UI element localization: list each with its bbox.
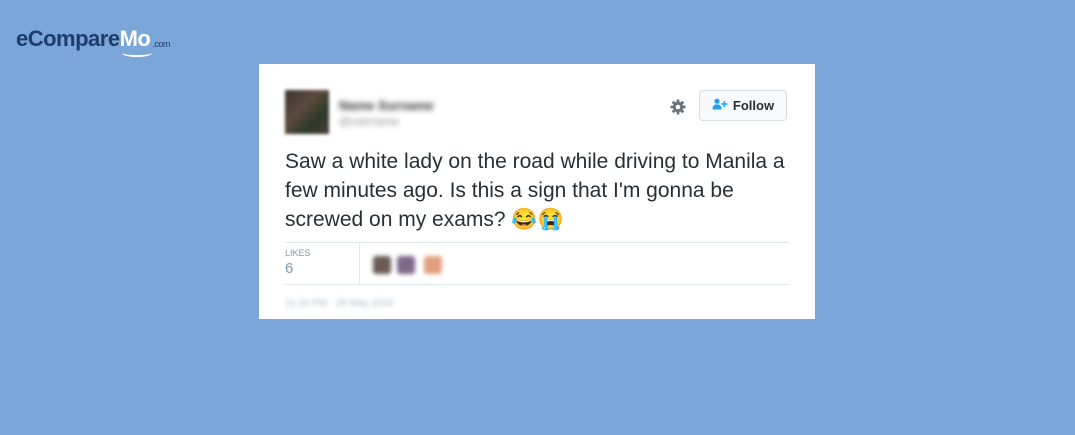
likes-label: LIKES xyxy=(285,248,311,258)
likes-count: 6 xyxy=(285,260,294,277)
logo-accent-label: Mo xyxy=(119,26,151,51)
follow-button[interactable]: Follow xyxy=(699,90,787,121)
add-user-icon xyxy=(712,97,728,115)
user-name[interactable]: Name Surname xyxy=(339,98,434,113)
stats-separator xyxy=(359,242,360,284)
logo-suffix-text: .com xyxy=(152,39,170,49)
tweet-card: Name Surname @username Follow Saw a whit… xyxy=(259,64,815,319)
logo-swoosh-icon xyxy=(121,49,152,57)
tweet-text: Saw a white lady on the road while drivi… xyxy=(285,150,785,231)
logo-main-text: eCompare xyxy=(16,26,120,51)
tweet-timestamp[interactable]: 11:24 PM - 20 May 2016 xyxy=(285,298,394,309)
liker-avatar[interactable] xyxy=(424,256,442,274)
likes-stat[interactable]: LIKES 6 xyxy=(285,248,311,277)
follow-button-label: Follow xyxy=(732,98,775,113)
avatar[interactable] xyxy=(285,90,329,134)
ecomparemo-logo: eCompare Mo .com xyxy=(16,12,170,57)
user-handle[interactable]: @username xyxy=(339,116,399,128)
liker-avatar[interactable] xyxy=(397,256,415,274)
divider-top xyxy=(285,242,789,243)
divider-bottom xyxy=(285,284,789,285)
liker-avatar[interactable] xyxy=(373,256,391,274)
page: eCompare Mo .com Name Surname @username xyxy=(0,0,1075,435)
gear-icon[interactable] xyxy=(668,97,688,117)
logo-accent-text: Mo xyxy=(119,26,152,57)
